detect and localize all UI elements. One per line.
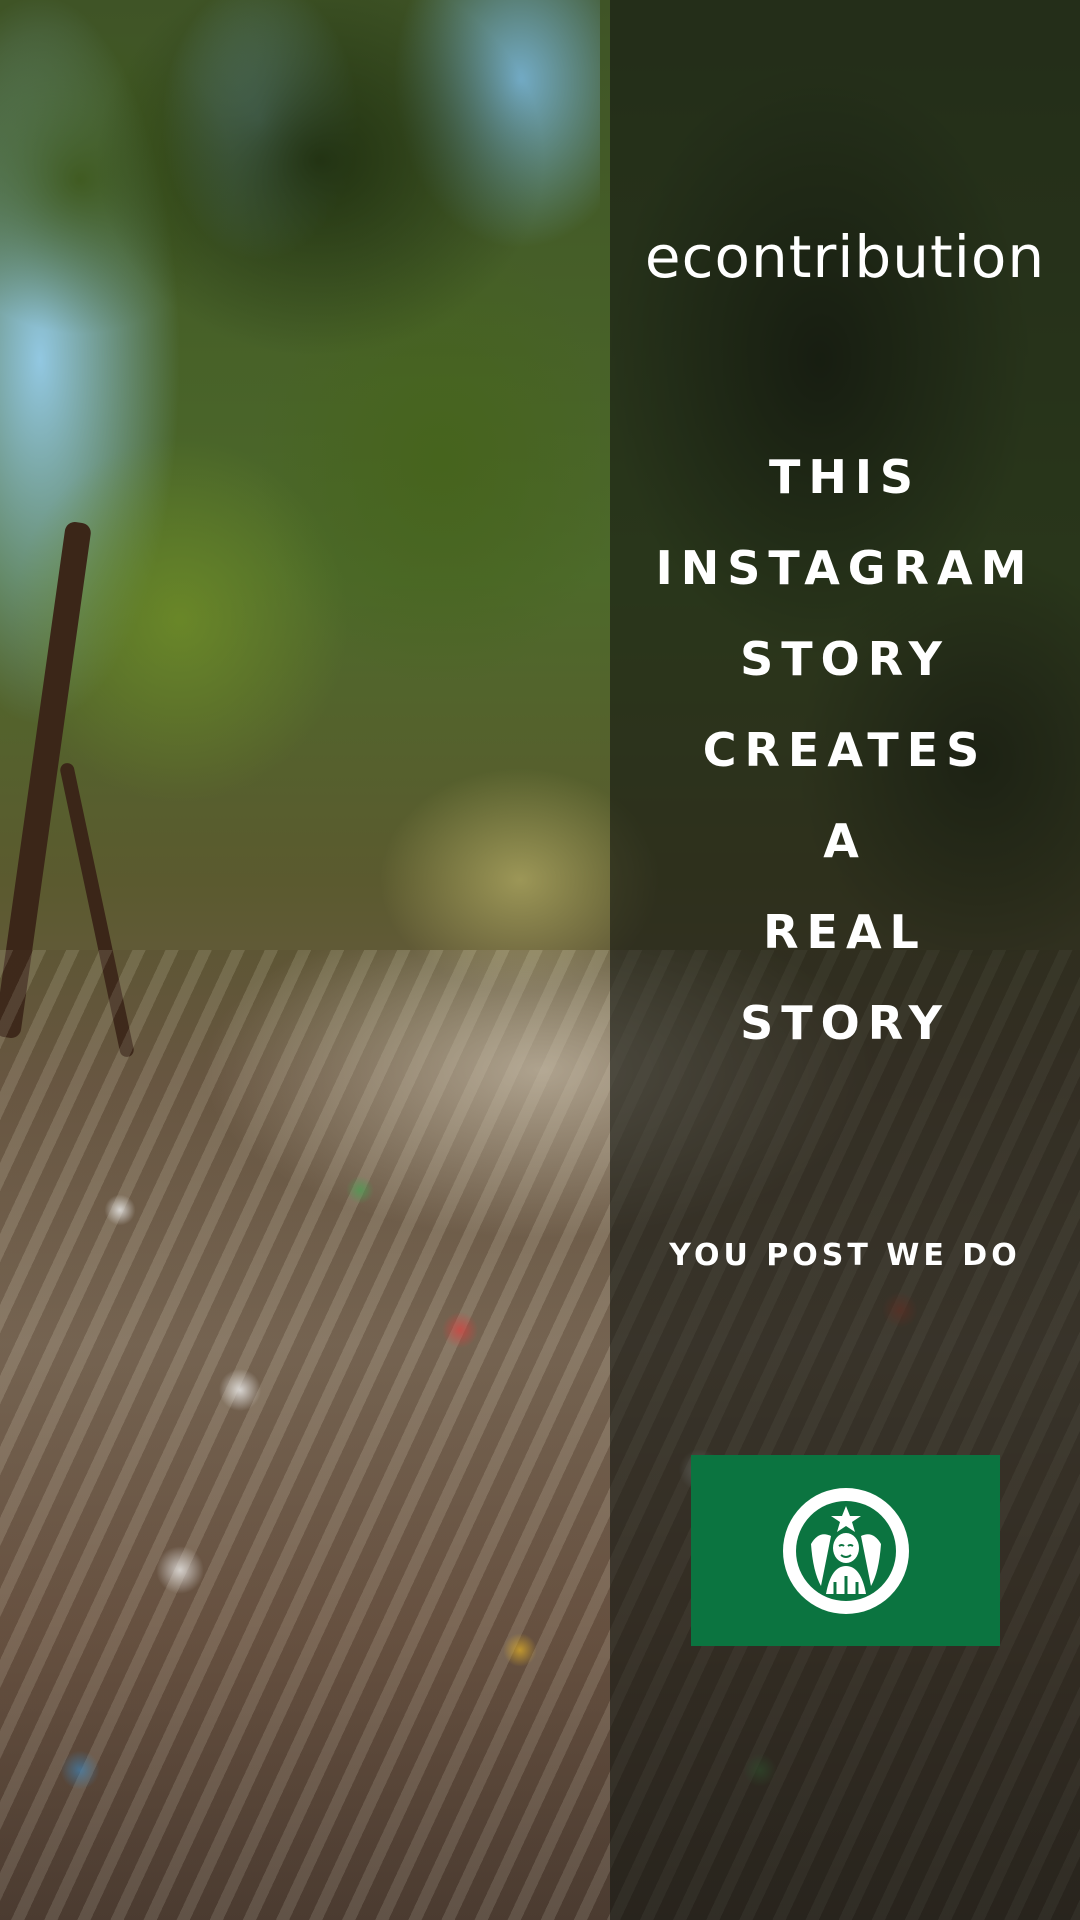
headline: THIS INSTAGRAM STORY CREATES A REAL STOR…: [610, 432, 1080, 1069]
story-canvas: econtribution THIS INSTAGRAM STORY CREAT…: [0, 0, 1080, 1920]
brand-wordmark: econtribution: [644, 223, 1046, 291]
tagline: YOU POST WE DO: [669, 1238, 1021, 1273]
headline-line: CREATES: [702, 723, 988, 777]
sponsor-logo-box: [691, 1455, 1000, 1646]
headline-line: INSTAGRAM: [655, 541, 1035, 595]
headline-line: REAL: [763, 905, 927, 959]
headline-line: STORY: [740, 632, 950, 686]
headline-line: A: [823, 814, 867, 868]
siren-logo-icon: [782, 1487, 909, 1614]
headline-line: STORY: [740, 996, 950, 1050]
headline-line: THIS: [768, 450, 922, 504]
